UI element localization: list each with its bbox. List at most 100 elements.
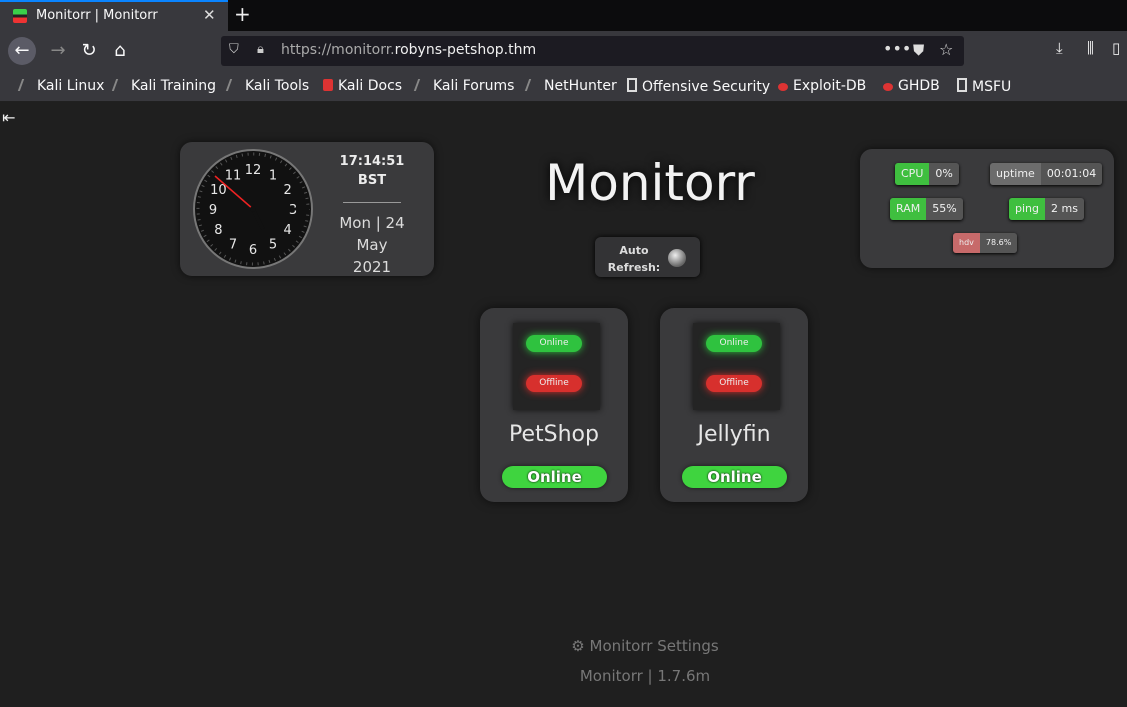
- address-bar[interactable]: ⛉ 🔒︎ https://monitorr.robyns-petshop.thm…: [221, 36, 964, 66]
- ping-stat: ping 2 ms: [1009, 198, 1084, 220]
- bookmark-kali-docs[interactable]: Kali Docs: [323, 78, 402, 94]
- clock-divider: [343, 202, 401, 203]
- stat-label: CPU: [895, 163, 930, 185]
- bookmark-kali-training[interactable]: Kali Training: [111, 78, 216, 94]
- bookmarks-toolbar: Kali Linux Kali Training Kali Tools Kali…: [0, 71, 1127, 102]
- auto-refresh-label-line: Auto: [619, 244, 649, 257]
- clock-numeral: 6: [249, 243, 257, 258]
- new-tab-icon[interactable]: +: [234, 2, 251, 26]
- nethunter-icon: [524, 79, 542, 91]
- version-text: Monitorr | 1.7.6m: [579, 667, 711, 685]
- ram-stat: RAM 55%: [890, 198, 963, 220]
- bookmark-label: Kali Training: [131, 78, 216, 94]
- status-badge: Online: [682, 466, 787, 488]
- service-thumbnail: Online Offline: [513, 323, 600, 410]
- time-value: 17:14:51: [339, 154, 405, 169]
- clock-numeral: 11: [225, 168, 242, 183]
- settings-label: Monitorr Settings: [589, 637, 719, 655]
- forward-button[interactable]: →: [44, 37, 72, 65]
- clock-numeral: 4: [283, 223, 291, 238]
- library-icon[interactable]: ⫼: [1087, 39, 1094, 57]
- url-prefix: https://monitorr.: [281, 42, 395, 58]
- offsec-icon: [627, 78, 637, 92]
- auto-refresh-label: Auto Refresh:: [603, 242, 665, 276]
- bookmark-kali-forums[interactable]: Kali Forums: [413, 78, 515, 94]
- bookmark-label: Kali Forums: [433, 78, 515, 94]
- analog-clock: 121234567891011: [193, 149, 313, 269]
- clock-numeral: 10: [210, 183, 227, 198]
- kali-dragon-icon: [111, 79, 129, 91]
- stat-label: uptime: [990, 163, 1041, 185]
- clock-numeral: 7: [229, 238, 237, 253]
- pocket-icon[interactable]: ⛊: [913, 41, 924, 59]
- offline-pill: Offline: [526, 375, 582, 392]
- auto-refresh-control[interactable]: Auto Refresh:: [595, 237, 700, 277]
- bookmark-kali-linux[interactable]: Kali Linux: [17, 78, 105, 94]
- stat-value: 78.6%: [979, 233, 1018, 253]
- service-name: PetShop: [509, 422, 599, 447]
- msfu-icon: [957, 78, 967, 92]
- url-text[interactable]: https://monitorr.robyns-petshop.thm: [281, 42, 536, 58]
- tab-strip: Monitorr | Monitorr ✕ +: [0, 0, 1127, 31]
- status-badge: Online: [502, 466, 607, 488]
- browser-tab[interactable]: Monitorr | Monitorr ✕: [0, 0, 228, 31]
- bookmark-exploit-db[interactable]: Exploit-DB: [778, 78, 866, 94]
- tab-title: Monitorr | Monitorr: [36, 8, 158, 23]
- bookmark-msfu[interactable]: MSFU: [957, 78, 1011, 95]
- stat-value: 2 ms: [1045, 198, 1084, 220]
- insecure-lock-icon[interactable]: 🔒︎: [257, 42, 264, 57]
- auto-refresh-label-line: Refresh:: [607, 261, 661, 274]
- service-card-petshop[interactable]: Online Offline PetShop Online: [480, 308, 628, 502]
- timezone: BST: [357, 173, 387, 188]
- bookmark-kali-tools[interactable]: Kali Tools: [225, 78, 309, 94]
- clock-numeral: 12: [245, 163, 262, 178]
- bookmark-label: GHDB: [898, 78, 940, 94]
- bookmark-star-icon[interactable]: ☆: [939, 40, 953, 59]
- reload-button[interactable]: ↻: [75, 37, 103, 65]
- close-tab-icon[interactable]: ✕: [203, 6, 216, 24]
- page-actions-icon[interactable]: •••: [883, 39, 911, 58]
- digital-time: 17:14:51 BST: [327, 152, 417, 190]
- service-thumbnail: Online Offline: [693, 323, 780, 410]
- back-button[interactable]: ←: [8, 37, 36, 65]
- cpu-stat: CPU 0%: [895, 163, 959, 185]
- uptime-stat: uptime 00:01:04: [990, 163, 1103, 185]
- clock-numeral: 1: [269, 168, 277, 183]
- stat-label: ping: [1009, 198, 1045, 220]
- exploit-db-icon: [778, 83, 788, 91]
- service-card-jellyfin[interactable]: Online Offline Jellyfin Online: [660, 308, 808, 502]
- ghdb-icon: [883, 83, 893, 91]
- sidebar-icon[interactable]: ▯: [1112, 39, 1120, 57]
- bookmark-nethunter[interactable]: NetHunter: [524, 78, 617, 94]
- bookmark-label: MSFU: [972, 79, 1012, 95]
- bookmark-offensive-security[interactable]: Offensive Security: [627, 78, 770, 95]
- shield-icon[interactable]: ⛉: [229, 42, 239, 57]
- kali-dragon-icon: [413, 79, 431, 91]
- page-title: Monitorr: [545, 154, 755, 212]
- bookmark-label: Kali Linux: [37, 78, 105, 94]
- stat-value: 00:01:04: [1040, 163, 1103, 185]
- clock-numeral: 9: [209, 203, 217, 218]
- bookmark-label: Kali Docs: [338, 78, 403, 94]
- gear-icon: ⚙: [571, 637, 585, 655]
- monitorr-favicon-icon: [13, 9, 27, 23]
- settings-link[interactable]: ⚙ Monitorr Settings: [560, 637, 730, 655]
- system-stats-widget: CPU 0% uptime 00:01:04 RAM 55% ping 2 ms…: [860, 149, 1114, 268]
- bookmark-ghdb[interactable]: GHDB: [883, 78, 940, 94]
- clock-numeral: 8: [214, 223, 222, 238]
- downloads-icon[interactable]: ⤓: [1056, 39, 1063, 57]
- kali-dragon-icon: [225, 79, 243, 91]
- online-pill: Online: [526, 335, 582, 352]
- home-button[interactable]: ⌂: [106, 37, 134, 65]
- hd-stat: hdv 78.6%: [953, 233, 1018, 253]
- kali-dragon-icon: [17, 79, 35, 91]
- clock-numeral: 5: [269, 238, 277, 253]
- clock-widget: 121234567891011 17:14:51 BST Mon | 24 Ma…: [180, 142, 434, 276]
- date-line: May: [356, 236, 388, 254]
- date-line: Mon | 24: [339, 214, 405, 232]
- service-name: Jellyfin: [697, 422, 771, 447]
- auto-refresh-toggle[interactable]: [668, 249, 686, 267]
- stat-label: hdv: [953, 233, 980, 253]
- stat-label: RAM: [890, 198, 927, 220]
- online-pill: Online: [706, 335, 762, 352]
